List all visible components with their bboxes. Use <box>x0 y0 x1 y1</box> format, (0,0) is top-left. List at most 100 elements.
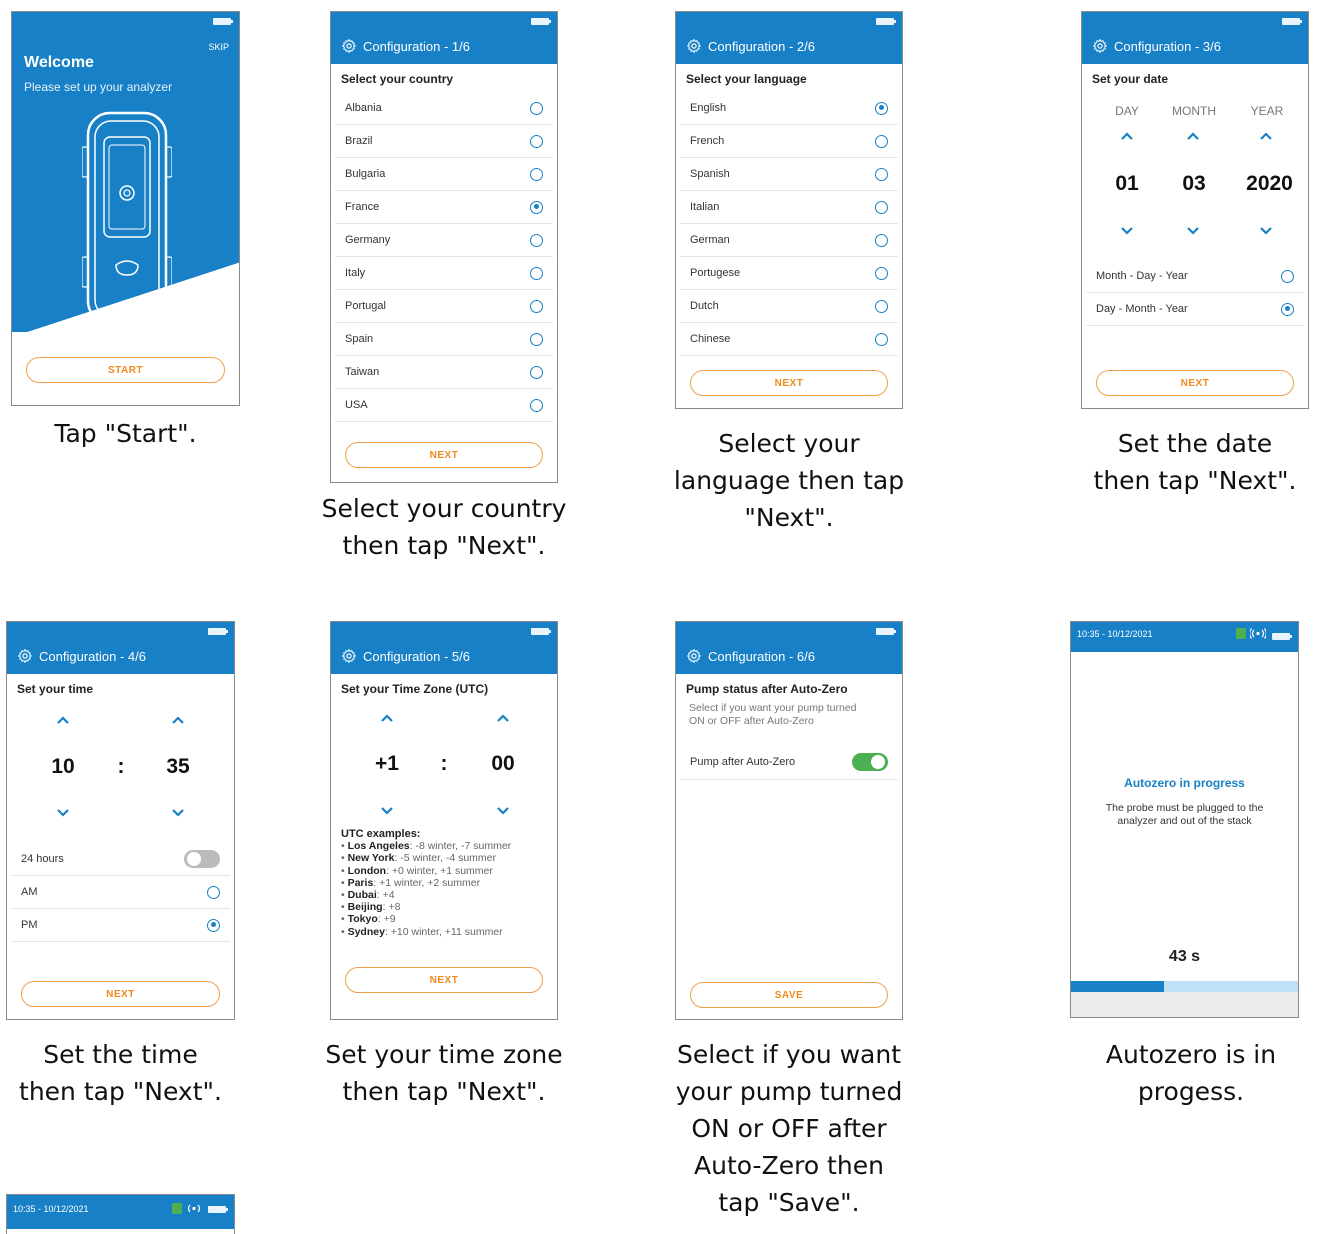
language-radio[interactable] <box>875 266 888 280</box>
country-option[interactable]: France <box>335 191 553 224</box>
year-up-chevron-icon[interactable] <box>1259 129 1273 143</box>
config-header: Configuration - 5/6 <box>331 622 557 674</box>
next-button[interactable]: NEXT <box>345 967 543 993</box>
section-title: Set your Time Zone (UTC) <box>341 682 489 696</box>
language-radio[interactable] <box>875 299 888 313</box>
language-radio[interactable] <box>875 101 888 115</box>
gear-icon <box>1092 38 1108 54</box>
date-format-radio[interactable] <box>1281 302 1294 316</box>
language-option[interactable]: English <box>680 92 898 125</box>
tz-separator: : <box>440 752 448 775</box>
country-radio[interactable] <box>530 299 543 313</box>
section-title: Select your country <box>341 72 454 86</box>
battery-icon <box>876 628 896 635</box>
am-label: AM <box>21 886 38 898</box>
language-radio[interactable] <box>875 167 888 181</box>
date-format-radio[interactable] <box>1281 269 1294 283</box>
h24-label: 24 hours <box>21 853 64 865</box>
skip-link[interactable]: SKIP <box>208 42 229 52</box>
next-button[interactable]: NEXT <box>690 370 888 396</box>
tz-hours-down-chevron-icon[interactable] <box>380 804 394 818</box>
config-title: Configuration - 2/6 <box>708 38 815 54</box>
pm-row[interactable]: PM <box>11 909 230 942</box>
utc-offset: : -5 winter, -4 summer <box>394 852 497 865</box>
month-value: 03 <box>1182 172 1206 195</box>
country-option[interactable]: Bulgaria <box>335 158 553 191</box>
next-button[interactable]: NEXT <box>21 981 220 1007</box>
partial-screen: 10:35 - 10/12/2021 <box>6 1194 235 1234</box>
language-option[interactable]: Italian <box>680 191 898 224</box>
language-radio[interactable] <box>875 233 888 247</box>
country-radio[interactable] <box>530 398 543 412</box>
welcome-subtitle: Please set up your analyzer <box>24 80 173 94</box>
language-radio[interactable] <box>875 134 888 148</box>
country-option[interactable]: Spain <box>335 323 553 356</box>
language-option[interactable]: Portugese <box>680 257 898 290</box>
day-down-chevron-icon[interactable] <box>1120 224 1134 238</box>
language-option[interactable]: Chinese <box>680 323 898 356</box>
hours-down-chevron-icon[interactable] <box>56 806 70 820</box>
minutes-up-chevron-icon[interactable] <box>171 713 185 727</box>
day-up-chevron-icon[interactable] <box>1120 129 1134 143</box>
next-button[interactable]: NEXT <box>345 442 543 468</box>
tz-hours-up-chevron-icon[interactable] <box>380 711 394 725</box>
tz-minutes-down-chevron-icon[interactable] <box>496 804 510 818</box>
tz-minutes-up-chevron-icon[interactable] <box>496 711 510 725</box>
pump-screen: Configuration - 6/6 Pump status after Au… <box>675 621 903 1020</box>
country-radio[interactable] <box>530 167 543 181</box>
battery-icon <box>1272 633 1292 640</box>
tz-hours-value: +1 <box>375 752 399 775</box>
country-option[interactable]: Portugal <box>335 290 553 323</box>
utc-city: Dubai <box>347 889 377 902</box>
country-radio[interactable] <box>530 200 543 214</box>
month-up-chevron-icon[interactable] <box>1186 129 1200 143</box>
battery-icon <box>208 1206 228 1213</box>
hours-up-chevron-icon[interactable] <box>56 713 70 727</box>
language-radio[interactable] <box>875 332 888 346</box>
country-radio[interactable] <box>530 266 543 280</box>
country-radio[interactable] <box>530 101 543 115</box>
country-radio[interactable] <box>530 332 543 346</box>
am-radio[interactable] <box>207 885 220 899</box>
language-option[interactable]: French <box>680 125 898 158</box>
next-button[interactable]: NEXT <box>1096 370 1294 396</box>
pump-toggle[interactable] <box>852 752 888 771</box>
country-option[interactable]: Germany <box>335 224 553 257</box>
utc-city: Tokyo <box>347 913 378 926</box>
h24-toggle[interactable] <box>184 850 220 868</box>
am-row[interactable]: AM <box>11 876 230 909</box>
pm-radio[interactable] <box>207 918 220 932</box>
month-down-chevron-icon[interactable] <box>1186 224 1200 238</box>
network-icon <box>1236 628 1246 639</box>
start-button[interactable]: START <box>26 357 225 383</box>
save-button[interactable]: SAVE <box>690 982 888 1008</box>
utc-city: London <box>347 864 387 877</box>
language-radio[interactable] <box>875 200 888 214</box>
date-format-option[interactable]: Day - Month - Year <box>1086 293 1304 326</box>
countdown: 43 s <box>1168 948 1201 965</box>
country-option[interactable]: Albania <box>335 92 553 125</box>
country-radio[interactable] <box>530 134 543 148</box>
language-option-label: Italian <box>690 201 720 213</box>
date-format-option[interactable]: Month - Day - Year <box>1086 260 1304 293</box>
country-option[interactable]: Taiwan <box>335 356 553 389</box>
language-option[interactable]: Spanish <box>680 158 898 191</box>
progress-bar <box>1071 981 1298 992</box>
network-icon <box>172 1203 182 1214</box>
country-option[interactable]: Italy <box>335 257 553 290</box>
pump-description: Select if you want your pump turned ON or… <box>689 702 857 727</box>
language-option[interactable]: German <box>680 224 898 257</box>
country-radio[interactable] <box>530 365 543 379</box>
minutes-down-chevron-icon[interactable] <box>171 806 185 820</box>
status-time: 10:35 - 10/12/2021 <box>1077 629 1153 639</box>
year-label: YEAR <box>1250 104 1284 118</box>
wireless-icon <box>1250 628 1266 639</box>
language-option[interactable]: Dutch <box>680 290 898 323</box>
year-down-chevron-icon[interactable] <box>1259 224 1273 238</box>
language-option-label: Portugese <box>690 267 741 279</box>
country-radio[interactable] <box>530 233 543 247</box>
country-option[interactable]: Brazil <box>335 125 553 158</box>
date-format-option-label: Month - Day - Year <box>1096 270 1188 282</box>
utc-example-item: • Tokyo: +9 <box>341 913 396 926</box>
country-option[interactable]: USA <box>335 389 553 422</box>
